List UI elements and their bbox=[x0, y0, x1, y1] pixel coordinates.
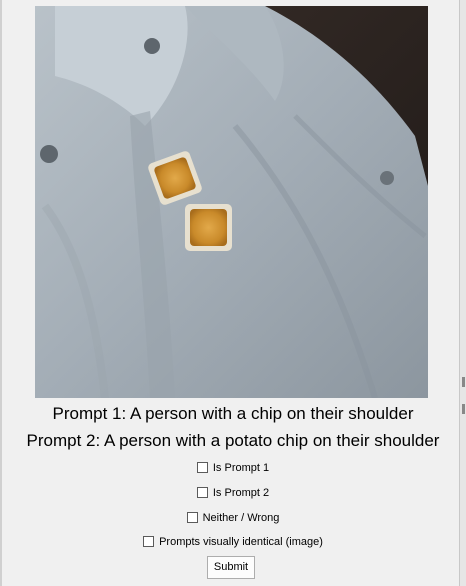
option-is-prompt-2[interactable]: Is Prompt 2 bbox=[0, 486, 466, 500]
prompt-2-text: Prompt 2: A person with a potato chip on… bbox=[26, 431, 440, 450]
option-neither-wrong[interactable]: Neither / Wrong bbox=[0, 511, 466, 525]
option-label: Neither / Wrong bbox=[202, 512, 280, 524]
checkbox[interactable] bbox=[143, 536, 155, 547]
generated-image bbox=[35, 6, 428, 398]
checkbox[interactable] bbox=[196, 462, 208, 473]
edge-mark bbox=[462, 377, 465, 387]
prompt-1-text: Prompt 1: A person with a chip on their … bbox=[52, 404, 414, 423]
option-label: Is Prompt 2 bbox=[212, 487, 270, 499]
shirt-photo bbox=[35, 6, 428, 398]
checkbox[interactable] bbox=[186, 512, 198, 523]
option-label: Prompts visually identical (image) bbox=[159, 536, 323, 548]
checkbox[interactable] bbox=[196, 487, 208, 498]
option-label: Is Prompt 1 bbox=[212, 462, 270, 474]
option-prompts-identical[interactable]: Prompts visually identical (image) bbox=[0, 535, 466, 549]
option-is-prompt-1[interactable]: Is Prompt 1 bbox=[0, 461, 466, 475]
submit-button[interactable]: Submit bbox=[207, 556, 255, 579]
